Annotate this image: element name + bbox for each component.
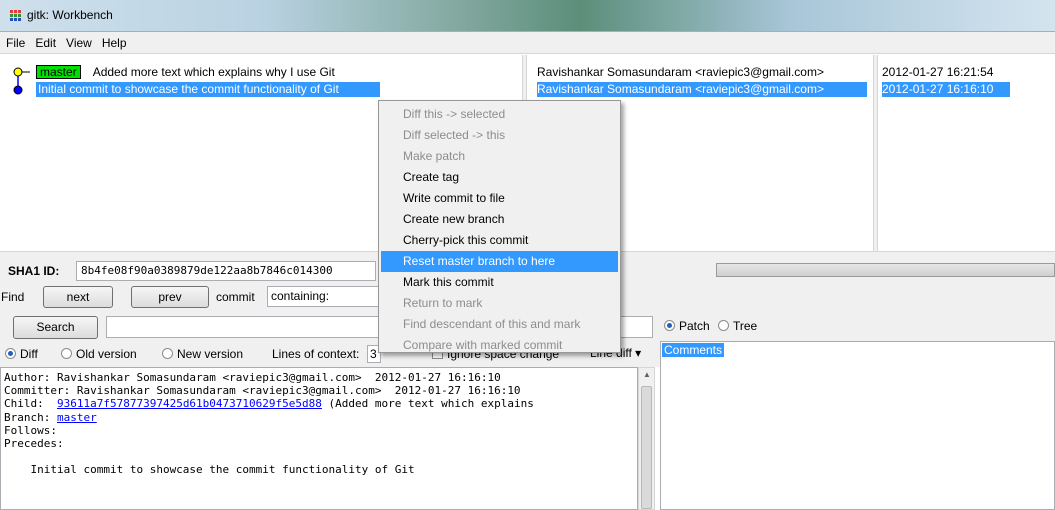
commit-author[interactable]: Ravishankar Somasundaram <raviepic3@gmai… [537, 65, 824, 80]
commit-context-menu: Diff this -> selected Diff selected -> t… [378, 100, 621, 353]
menu-edit[interactable]: Edit [35, 36, 56, 50]
commit-author-selected[interactable]: Ravishankar Somasundaram <raviepic3@gmai… [537, 82, 867, 97]
column-separator[interactable] [873, 55, 878, 251]
menu-reset-master-branch[interactable]: Reset master branch to here [381, 251, 618, 272]
commit-row-message[interactable]: master Added more text which explains why… [36, 65, 335, 80]
find-type-select[interactable]: containing: [267, 286, 379, 307]
diff-option[interactable]: Diff [5, 347, 38, 361]
commit-date-selected[interactable]: 2012-01-27 16:16:10 [882, 82, 1010, 97]
head-commit-dot[interactable] [13, 67, 23, 77]
file-list-pane [660, 341, 1055, 510]
menu-view[interactable]: View [66, 36, 92, 50]
child-line: Child: 93611a7f57877397425d61b0473710629… [4, 397, 534, 411]
menu-write-commit-to-file[interactable]: Write commit to file [379, 188, 620, 209]
menu-create-tag[interactable]: Create tag [379, 167, 620, 188]
diff-scrollbar[interactable]: ▲ [638, 367, 655, 510]
commit-label: commit [216, 290, 255, 304]
follows-line: Follows: [4, 423, 57, 437]
gitk-app-icon [10, 10, 22, 21]
menu-find-descendant[interactable]: Find descendant of this and mark [379, 314, 620, 335]
window-title: gitk: Workbench [27, 8, 113, 22]
next-button[interactable]: next [43, 286, 113, 308]
progress-bar [716, 263, 1055, 277]
new-version-option[interactable]: New version [162, 347, 243, 361]
menu-help[interactable]: Help [102, 36, 127, 50]
find-label: Find [1, 290, 25, 304]
commit-body-line: Initial commit to showcase the commit fu… [4, 463, 415, 477]
menu-cherry-pick[interactable]: Cherry-pick this commit [379, 230, 620, 251]
menu-compare-with-marked[interactable]: Compare with marked commit [379, 335, 620, 356]
author-line: Author: Ravishankar Somasundaram <raviep… [4, 371, 501, 384]
commit-dot[interactable] [13, 85, 23, 95]
child-commit-link[interactable]: 93611a7f57877397425d61b0473710629f5e5d88 [57, 397, 322, 410]
commit-message: Added more text which explains why I use… [92, 65, 335, 79]
title-bar: gitk: Workbench [0, 0, 1055, 32]
comments-entry[interactable]: Comments [662, 343, 725, 357]
commit-row-message-selected[interactable]: Initial commit to showcase the commit fu… [36, 82, 380, 97]
sha-id-field[interactable]: 8b4fe08f90a0389879de122aa8b7846c014300 [76, 261, 376, 281]
menu-diff-this-selected[interactable]: Diff this -> selected [379, 104, 620, 125]
precedes-line: Precedes: [4, 437, 64, 451]
scrollbar-thumb[interactable] [641, 386, 652, 509]
sha-label: SHA1 ID: [8, 264, 60, 278]
prev-button[interactable]: prev [131, 286, 209, 308]
commit-date[interactable]: 2012-01-27 16:21:54 [882, 65, 993, 80]
tree-option[interactable]: Tree [718, 319, 757, 333]
menu-diff-selected-this[interactable]: Diff selected -> this [379, 125, 620, 146]
old-version-option[interactable]: Old version [61, 347, 137, 361]
branch-link[interactable]: master [57, 411, 97, 424]
patch-radio[interactable] [664, 320, 675, 331]
search-button[interactable]: Search [13, 316, 98, 339]
committer-line: Committer: Ravishankar Somasundaram <rav… [4, 384, 521, 398]
tree-radio[interactable] [718, 320, 729, 331]
old-version-radio[interactable] [61, 348, 72, 359]
menu-file[interactable]: File [6, 36, 25, 50]
menu-return-to-mark[interactable]: Return to mark [379, 293, 620, 314]
commit-graph [13, 67, 30, 95]
menu-make-patch[interactable]: Make patch [379, 146, 620, 167]
chevron-down-icon[interactable]: ▾ [635, 346, 641, 360]
diff-text-pane[interactable]: Author: Ravishankar Somasundaram <raviep… [0, 367, 638, 510]
menu-create-new-branch[interactable]: Create new branch [379, 209, 620, 230]
branch-line: Branch: master [4, 410, 97, 424]
menu-mark-this-commit[interactable]: Mark this commit [379, 272, 620, 293]
patch-option[interactable]: Patch [664, 319, 710, 333]
diff-radio[interactable] [5, 348, 16, 359]
new-version-radio[interactable] [162, 348, 173, 359]
scroll-up-icon[interactable]: ▲ [643, 370, 651, 379]
menu-bar: File Edit View Help [0, 32, 1055, 54]
branch-tag-master[interactable]: master [36, 65, 81, 79]
right-options-row: Patch Tree [660, 311, 1055, 341]
lines-of-context-label: Lines of context: [272, 347, 360, 361]
